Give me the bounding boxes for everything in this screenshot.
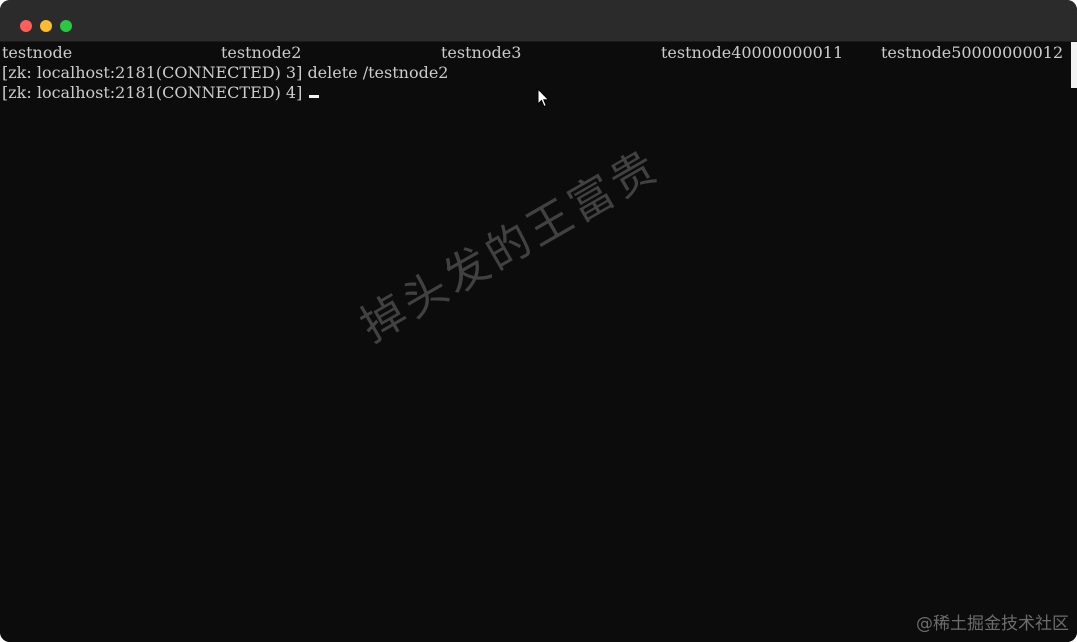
scrollbar-thumb[interactable] [1071, 42, 1077, 88]
command-line: [zk: localhost:2181(CONNECTED) 3] delete… [2, 63, 449, 82]
terminal-window: testnode testnode2 testnode3 testnode400… [0, 0, 1077, 642]
ls-entry: testnode50000000012 [881, 43, 1064, 62]
title-bar[interactable] [0, 0, 1077, 42]
text-cursor [309, 95, 320, 98]
ls-entry: testnode3 [441, 43, 522, 62]
mouse-pointer-icon [537, 88, 550, 108]
prompt-line[interactable]: [zk: localhost:2181(CONNECTED) 4] [2, 83, 320, 103]
ls-entry: testnode40000000011 [661, 43, 844, 62]
ls-entry: testnode2 [221, 43, 302, 62]
terminal-output[interactable]: testnode testnode2 testnode3 testnode400… [0, 42, 1077, 642]
watermark-text: 掉头发的王富贵 [352, 140, 669, 353]
prompt-text: [zk: localhost:2181(CONNECTED) 4] [2, 83, 308, 102]
maximize-button[interactable] [60, 20, 72, 32]
close-button[interactable] [20, 20, 32, 32]
ls-entry: testnode [2, 43, 73, 62]
minimize-button[interactable] [40, 20, 52, 32]
credit-watermark: @稀土掘金技术社区 [916, 614, 1069, 634]
